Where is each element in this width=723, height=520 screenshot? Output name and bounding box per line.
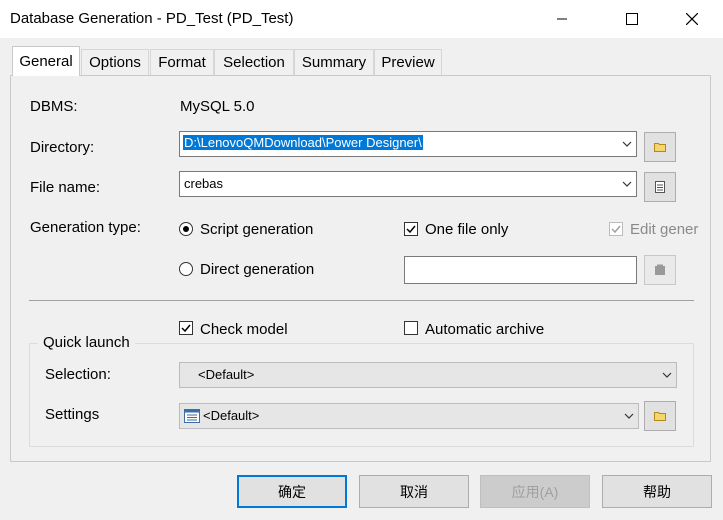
filename-value: crebas <box>184 176 224 191</box>
tab-general[interactable]: General <box>12 46 80 76</box>
minimize-icon <box>557 18 567 20</box>
tab-summary[interactable]: Summary <box>294 49 374 75</box>
edit-generation-label: Edit gener <box>630 221 699 238</box>
help-button[interactable]: 帮助 <box>602 475 712 508</box>
quick-launch-group <box>29 343 694 447</box>
settings-value: <Default> <box>203 408 260 423</box>
tab-options[interactable]: Options <box>81 49 149 75</box>
close-button[interactable] <box>669 0 715 38</box>
directory-combobox[interactable]: D:\LenovoQMDownload\Power Designer\ <box>179 131 637 157</box>
selection-label: Selection: <box>45 366 111 383</box>
browse-settings-button[interactable] <box>644 401 676 431</box>
one-file-only-checkbox[interactable] <box>404 222 418 236</box>
maximize-button[interactable] <box>609 0 655 38</box>
window-title: Database Generation - PD_Test (PD_Test) <box>10 10 294 27</box>
data-source-field[interactable] <box>404 256 637 284</box>
script-generation-radio[interactable] <box>179 222 193 236</box>
directory-value: D:\LenovoQMDownload\Power Designer\ <box>183 135 423 150</box>
browse-directory-button[interactable] <box>644 132 676 162</box>
script-generation-label: Script generation <box>200 221 314 238</box>
checkmark-icon <box>181 324 191 333</box>
separator <box>29 300 694 301</box>
settings-combobox[interactable]: <Default> <box>179 403 639 429</box>
folder-icon <box>654 412 666 421</box>
chevron-down-icon <box>662 372 672 378</box>
settings-label: Settings <box>45 406 100 423</box>
filename-label: File name: <box>30 179 101 196</box>
settings-file-icon <box>184 409 200 423</box>
check-model-label: Check model <box>200 321 288 338</box>
automatic-archive-label: Automatic archive <box>425 321 545 338</box>
selection-combobox[interactable]: <Default> <box>179 362 677 388</box>
filename-combobox[interactable]: crebas <box>179 171 637 197</box>
dbms-label: DBMS: <box>30 98 78 115</box>
quick-launch-label: Quick launch <box>38 334 135 351</box>
one-file-only-label: One file only <box>425 221 509 238</box>
edit-file-button[interactable] <box>644 172 676 202</box>
direct-generation-label: Direct generation <box>200 261 315 278</box>
tab-selection[interactable]: Selection <box>214 49 294 75</box>
properties-icon <box>655 264 665 275</box>
check-model-checkbox[interactable] <box>179 321 193 335</box>
connection-properties-button[interactable] <box>644 255 676 285</box>
tab-preview[interactable]: Preview <box>374 49 442 75</box>
edit-generation-checkbox[interactable] <box>609 222 623 236</box>
automatic-archive-checkbox[interactable] <box>404 321 418 335</box>
apply-button[interactable]: 应用(A) <box>480 475 590 508</box>
minimize-button[interactable] <box>539 0 585 38</box>
tab-format[interactable]: Format <box>150 49 214 75</box>
selection-value: <Default> <box>198 367 255 382</box>
ok-button[interactable]: 确定 <box>237 475 347 508</box>
chevron-down-icon <box>622 181 632 187</box>
generation-type-label: Generation type: <box>30 219 141 236</box>
folder-icon <box>654 143 666 152</box>
dbms-value: MySQL 5.0 <box>180 98 255 115</box>
chevron-down-icon <box>624 413 634 419</box>
close-icon <box>686 13 698 25</box>
checkmark-icon <box>611 225 621 234</box>
chevron-down-icon <box>622 141 632 147</box>
file-icon <box>655 181 665 193</box>
title-bar: Database Generation - PD_Test (PD_Test) <box>0 0 723 38</box>
checkmark-icon <box>406 225 416 234</box>
direct-generation-radio[interactable] <box>179 262 193 276</box>
cancel-button[interactable]: 取消 <box>359 475 469 508</box>
maximize-icon <box>626 13 638 25</box>
directory-label: Directory: <box>30 139 95 156</box>
